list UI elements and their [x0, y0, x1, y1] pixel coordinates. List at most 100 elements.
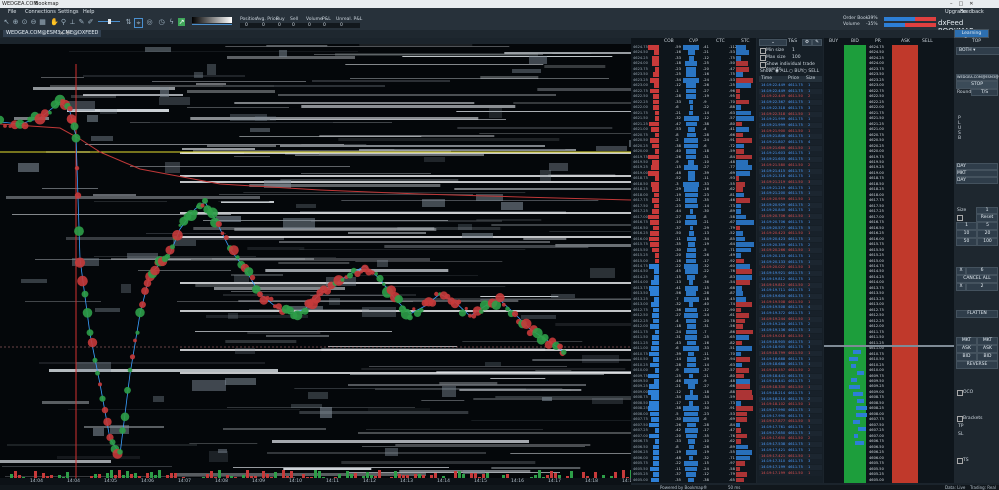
tns-row[interactable]: 14:19:21.846 4611.75 1 [759, 134, 822, 140]
tns-row[interactable]: 14:19:20.959 4611.50 1 [759, 197, 822, 202]
buy-bid-button[interactable]: BID [956, 353, 977, 361]
tif-select[interactable]: DAY [956, 163, 998, 170]
sell-bid-button[interactable]: BID [977, 353, 998, 361]
active-tool-icon[interactable]: ↗ [178, 18, 185, 26]
tns-row[interactable]: 14:19:21.686 4611.50 1 [759, 145, 822, 151]
size-20-button[interactable]: 20 [977, 230, 998, 238]
tns-row[interactable]: 14:19:18.214 4611.75 1 [759, 390, 822, 396]
tns-row[interactable]: 14:19:17.310 4611.75 3 [759, 459, 822, 465]
tns-row[interactable]: 14:19:18.905 4611.75 3 [759, 345, 822, 351]
sell-ask-button[interactable]: ASK [977, 345, 998, 353]
tns-row[interactable]: 14:19:17.650 4611.50 2 [759, 436, 822, 442]
account-select[interactable]: WEDGEA.COM@ESM3@DXFEED [956, 74, 999, 81]
tns-row[interactable]: 14:19:21.999 4611.75 1 [759, 117, 822, 123]
hand-icon[interactable]: ✋ [50, 18, 59, 26]
zoom-icon[interactable]: ⊙ [21, 18, 28, 26]
cancel-buys-button[interactable]: X [956, 267, 966, 275]
radio-all[interactable]: ◉ ALL [775, 69, 788, 74]
tns-row[interactable]: 14:19:18.799 4611.50 1 [759, 350, 822, 356]
tns-row[interactable]: 14:19:19.508 4611.75 4 [759, 305, 822, 311]
tns-row[interactable]: 14:19:19.812 4611.50 2 [759, 282, 822, 288]
tns-row[interactable]: 14:19:22.318 4611.75 3 [759, 105, 822, 111]
radio-sell[interactable]: ○ SELL [803, 69, 819, 74]
cancel-all-button[interactable]: CANCEL ALL [956, 275, 998, 283]
window-controls[interactable]: –□✕ [950, 1, 979, 7]
tab-instrument[interactable]: WEDGEA.COM@ESM3.CME@DXFEED [3, 30, 102, 37]
max-size-value[interactable]: 100 [792, 55, 801, 60]
size-5-button[interactable]: 5 [977, 222, 998, 230]
tns-list[interactable]: 14:19:22.449 4611.75 1 14:19:22.449 4611.75 1… [759, 83, 822, 478]
dom-body[interactable]: 4624.75 4624.50 4624.25 4624.00 4623.75 4623.… [824, 45, 954, 483]
brush-icon[interactable]: ✐ [87, 18, 94, 26]
tns-row[interactable]: 14:19:18.905 4611.75 1 [759, 339, 822, 345]
tns-row[interactable]: 14:19:18.441 4611.75 1 [759, 373, 822, 379]
tns-row[interactable]: 14:19:21.219 4611.50 3 [759, 179, 822, 185]
tns-row[interactable]: 14:19:17.990 4611.75 1 [759, 407, 822, 413]
clock-icon[interactable]: ◷ [158, 18, 165, 26]
reverse-button[interactable]: REVERSE [956, 361, 998, 369]
tns-row[interactable]: 14:19:22.449 4611.75 1 [759, 83, 822, 88]
tns-row[interactable]: 14:19:18.688 4611.75 1 [759, 362, 822, 368]
size-50-button[interactable]: 50 [956, 238, 977, 246]
tns-row[interactable]: 14:19:20.423 4611.75 1 [759, 236, 822, 242]
both-select[interactable]: BOTH ▾ [956, 47, 999, 55]
tns-row[interactable]: 14:19:17.877 4611.50 5 [759, 419, 822, 425]
tns-row[interactable]: 14:19:18.688 4611.75 1 [759, 356, 822, 362]
tns-row[interactable]: 14:19:20.423 4611.50 1 [759, 231, 822, 237]
add-tab-icon[interactable]: + [65, 29, 71, 37]
tns-row[interactable]: 14:19:20.022 4611.50 3 [759, 265, 822, 271]
min-size-value[interactable]: 1 [792, 48, 795, 53]
tns-row[interactable]: 14:19:20.577 4611.75 5 [759, 225, 822, 231]
tns-row[interactable]: 14:19:21.603 4611.75 1 [759, 157, 822, 163]
order-type-select[interactable]: MKT [956, 170, 998, 177]
tns-row[interactable]: 14:19:22.367 4611.75 1 [759, 100, 822, 106]
tns-row[interactable]: 14:19:20.133 4611.75 1 [759, 259, 822, 265]
tns-row[interactable]: 14:19:21.603 4611.75 1 [759, 151, 822, 157]
grid-icon[interactable]: ▦ [39, 18, 46, 26]
tns-row[interactable]: 14:19:21.580 4611.50 2 [759, 162, 822, 168]
tns-row[interactable]: 14:19:19.372 4611.75 1 [759, 311, 822, 316]
tns-row[interactable]: 14:19:20.706 4611.50 1 [759, 214, 822, 220]
tns-row[interactable]: 14:19:20.929 4611.75 2 [759, 202, 822, 208]
tns-row[interactable]: 14:19:19.812 4611.75 1 [759, 276, 822, 282]
ruler-icon[interactable]: ⟂ [69, 18, 76, 26]
tns-row[interactable]: 14:19:18.441 4611.75 1 [759, 379, 822, 385]
tns-row[interactable]: 14:19:19.508 4611.50 1 [759, 299, 822, 305]
lightning-icon[interactable]: ϟ [168, 18, 175, 26]
tns-row[interactable]: 14:19:19.018 4611.50 1 [759, 333, 822, 339]
tns-row[interactable]: 14:19:20.133 4611.75 1 [759, 254, 822, 259]
tns-collapse-button[interactable]: ⌄ [759, 39, 787, 46]
tns-row[interactable]: 14:19:19.711 4611.75 1 [759, 288, 822, 294]
crosshair-icon[interactable]: ⌖ [134, 18, 143, 28]
size-1-button[interactable]: 1 [956, 222, 977, 230]
tab-close-icon[interactable]: ✕ [59, 30, 64, 37]
round-select[interactable]: T/S [971, 89, 998, 96]
size-input[interactable]: 1 [976, 207, 998, 214]
tns-row[interactable]: 14:19:19.244 4611.50 1 [759, 316, 822, 322]
tns-row[interactable]: 14:19:20.840 4611.75 1 [759, 208, 822, 214]
contrast-slider[interactable] [98, 19, 120, 25]
reset-button[interactable]: Reset [976, 214, 998, 222]
tns-row[interactable]: 14:19:17.538 4611.75 1 [759, 442, 822, 448]
tns-row[interactable]: 14:19:21.807 4611.75 4 [759, 140, 822, 145]
tns-row[interactable]: 14:19:19.921 4611.75 1 [759, 271, 822, 277]
tns-row[interactable]: 14:19:19.136 4611.75 1 [759, 328, 822, 334]
tns-row[interactable]: 14:19:17.990 4611.75 1 [759, 413, 822, 419]
buy-mkt-button[interactable]: MKT [956, 337, 977, 345]
tns-row[interactable]: 14:19:18.330 4611.50 1 [759, 385, 822, 391]
flatten-button[interactable]: FLATTEN [956, 310, 998, 318]
tns-row[interactable]: 14:19:21.219 4611.75 1 [759, 185, 822, 191]
tns-pen-icon[interactable]: ✎ [812, 39, 822, 46]
tns-row[interactable]: 14:19:21.900 4611.50 1 [759, 128, 822, 134]
learning-center-button[interactable]: Learning Center [954, 29, 989, 43]
tns-row[interactable]: 14:19:22.449 4611.50 2 [759, 94, 822, 100]
gradient-slider[interactable] [192, 24, 232, 25]
pin-icon[interactable]: ⚲ [60, 18, 67, 26]
tns-row[interactable]: 14:19:17.199 4611.50 1 [759, 470, 822, 476]
tns-row[interactable]: 14:19:17.761 4611.75 1 [759, 425, 822, 430]
tns-row[interactable]: 14:19:21.999 4611.75 2 [759, 122, 822, 128]
heatmap-chart[interactable] [0, 44, 631, 482]
tns-row[interactable]: 14:19:20.706 4611.75 1 [759, 219, 822, 225]
tns-row[interactable]: 14:19:18.214 4611.75 2 [759, 396, 822, 402]
buy-ask-button[interactable]: ASK [956, 345, 977, 353]
